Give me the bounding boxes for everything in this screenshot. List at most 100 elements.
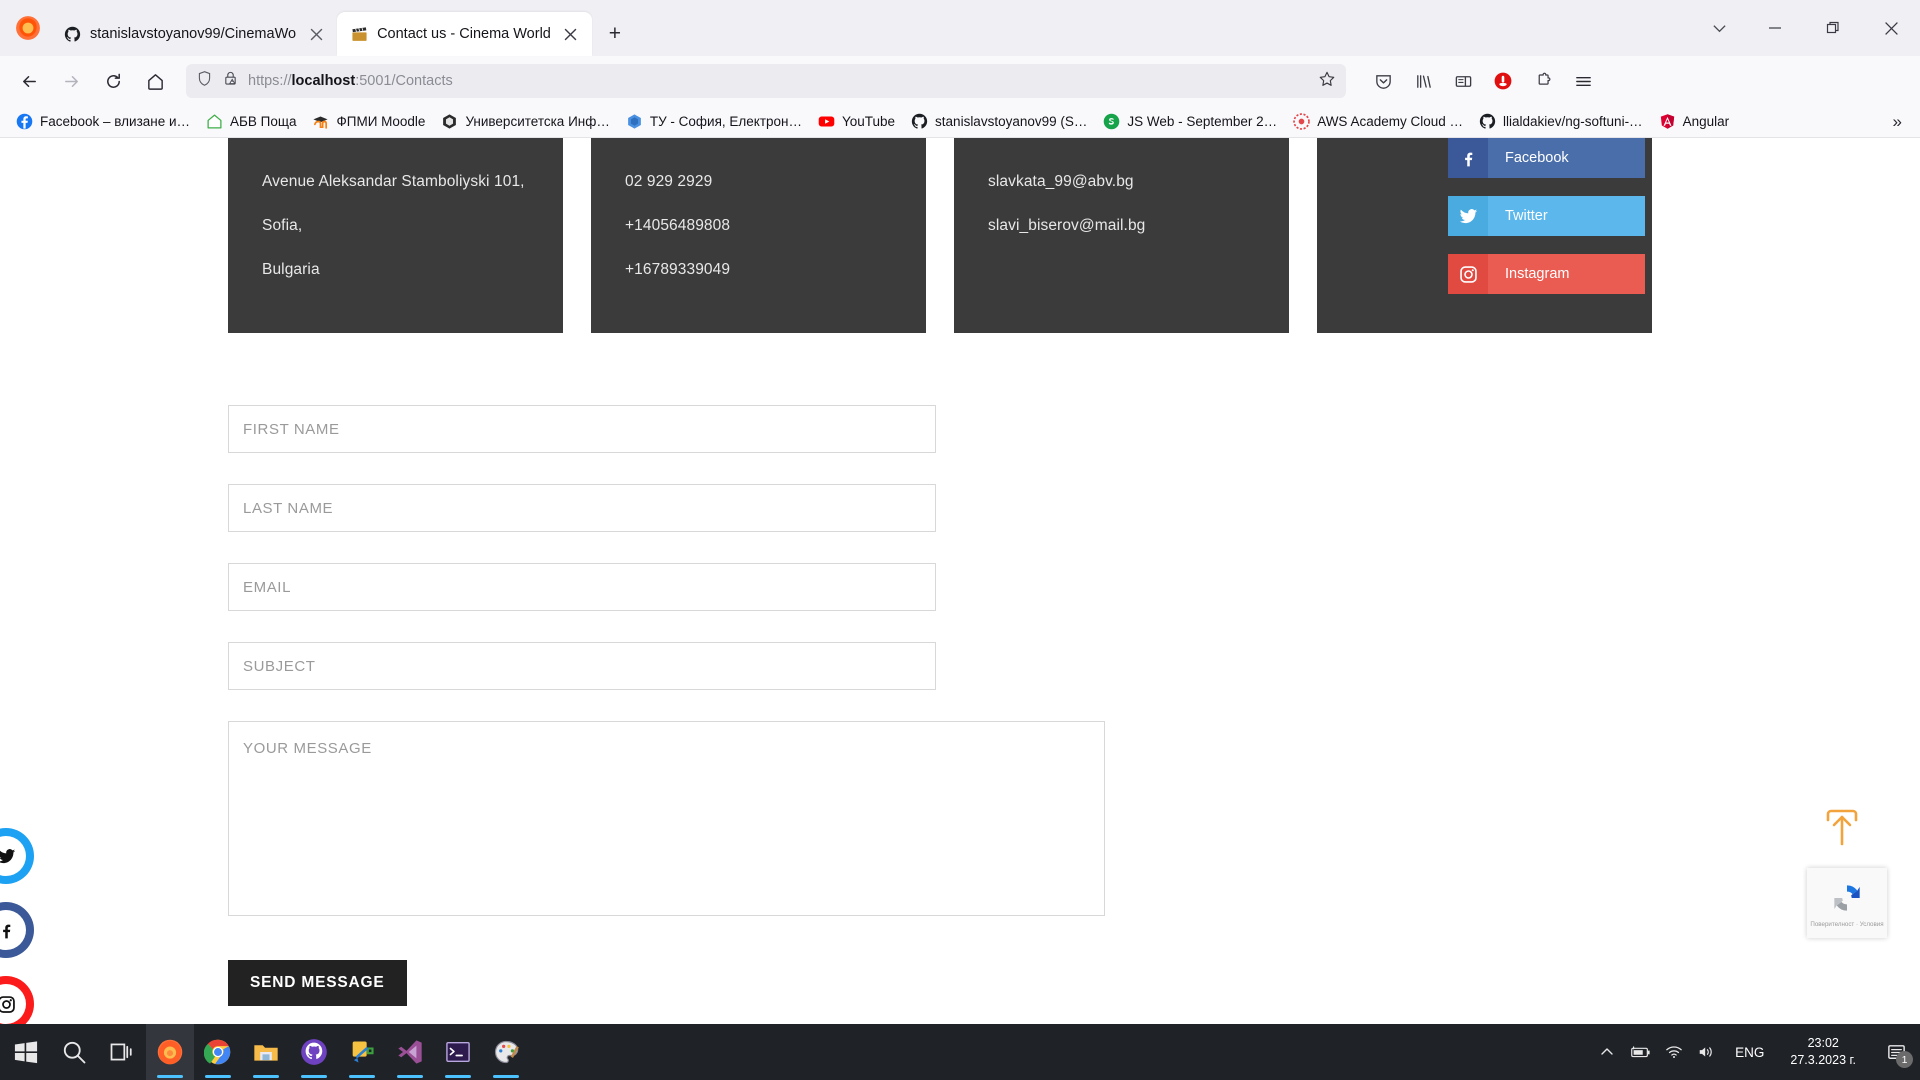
paint-icon xyxy=(494,1040,519,1064)
task-view-button[interactable] xyxy=(98,1024,146,1080)
bookmark-youtube[interactable]: YouTube xyxy=(810,110,903,133)
firefox-taskbar-item[interactable] xyxy=(146,1024,194,1080)
running-indicator xyxy=(301,1075,327,1078)
paint-taskbar-item[interactable] xyxy=(482,1024,530,1080)
browser-window: stanislavstoyanov99/CinemaWo Contact us … xyxy=(0,0,1920,1024)
start-button[interactable] xyxy=(2,1024,50,1080)
browser-tab-1[interactable]: Contact us - Cinema World xyxy=(337,12,592,56)
bookmark-label: stanislavstoyanov99 (S… xyxy=(935,114,1088,129)
twitter-link-button[interactable]: Twitter xyxy=(1448,196,1645,236)
battery-icon[interactable] xyxy=(1629,1044,1651,1060)
clapperboard-icon xyxy=(351,26,368,43)
abv-icon xyxy=(206,113,223,130)
bookmark-facebook[interactable]: Facebook – влизане и… xyxy=(8,110,198,133)
forward-arrow-icon[interactable] xyxy=(52,64,90,98)
bookmark-university-info[interactable]: Университетска Инф… xyxy=(433,110,617,133)
clock[interactable]: 23:02 27.3.2023 г. xyxy=(1782,1035,1864,1069)
bookmark-abv[interactable]: АБВ Поща xyxy=(198,110,304,133)
chrome-taskbar-item[interactable] xyxy=(194,1024,242,1080)
social-links-card: Facebook Twitter Instagram xyxy=(1317,138,1652,333)
send-message-button[interactable]: SEND MESSAGE xyxy=(228,960,407,1006)
bookmarks-bar: Facebook – влизане и… АБВ Поща ФПМИ Mood… xyxy=(0,106,1920,138)
language-indicator[interactable]: ENG xyxy=(1731,1045,1768,1060)
phone-line[interactable]: +14056489808 xyxy=(625,204,892,248)
library-icon[interactable] xyxy=(1404,64,1442,98)
bookmark-label: Angular xyxy=(1682,114,1730,129)
windows-taskbar: ENG 23:02 27.3.2023 г. 1 xyxy=(0,1024,1920,1080)
file-explorer-taskbar-item[interactable] xyxy=(242,1024,290,1080)
last-name-input[interactable]: LAST NAME xyxy=(228,484,936,532)
reload-icon[interactable] xyxy=(94,64,132,98)
github-icon xyxy=(64,26,81,43)
postman-taskbar-item[interactable] xyxy=(338,1024,386,1080)
close-icon[interactable] xyxy=(305,23,327,45)
facebook-float-button[interactable] xyxy=(0,902,34,958)
sidebar-icon[interactable] xyxy=(1444,64,1482,98)
email-line[interactable]: slavkata_99@abv.bg xyxy=(988,160,1255,204)
bookmark-label: Facebook – влизане и… xyxy=(40,114,191,129)
browser-tab-0[interactable]: stanislavstoyanov99/CinemaWo xyxy=(50,12,337,56)
bookmark-js-web[interactable]: JS Web - September 2… xyxy=(1095,110,1285,133)
first-name-input[interactable]: FIRST NAME xyxy=(228,405,936,453)
message-textarea[interactable]: YOUR MESSAGE xyxy=(228,721,1105,916)
bookmark-moodle[interactable]: ФПМИ Moodle xyxy=(304,110,433,133)
scroll-to-top-button[interactable] xyxy=(1820,806,1864,846)
bookmark-github-stanislav[interactable]: stanislavstoyanov99 (S… xyxy=(903,110,1095,133)
address-line: Sofia, xyxy=(262,217,303,234)
maximize-button[interactable] xyxy=(1804,0,1862,56)
subject-input[interactable]: SUBJECT xyxy=(228,642,936,690)
terminal-taskbar-item[interactable] xyxy=(434,1024,482,1080)
url-text[interactable]: https://localhost:5001/Contacts xyxy=(248,73,453,89)
twitter-icon xyxy=(0,836,26,876)
star-icon[interactable] xyxy=(1318,70,1336,93)
phone-card: 02 929 2929 +14056489808 +16789339049 xyxy=(591,138,926,333)
bookmark-angular[interactable]: Angular xyxy=(1651,110,1738,133)
minimize-button[interactable] xyxy=(1746,0,1804,56)
running-indicator xyxy=(157,1075,183,1078)
bookmark-tu-sofia[interactable]: ТУ - София, Електрон… xyxy=(618,110,810,133)
github-icon xyxy=(301,1039,327,1065)
shield-icon[interactable] xyxy=(196,70,213,92)
adblock-icon[interactable] xyxy=(1484,64,1522,98)
bookmarks-overflow-chevron-icon[interactable]: » xyxy=(1883,112,1912,132)
list-all-tabs-chevron-down-icon[interactable] xyxy=(1692,0,1746,56)
address-line: Bulgaria xyxy=(262,261,320,278)
show-hidden-icons-icon[interactable] xyxy=(1599,1044,1615,1060)
notifications-button[interactable]: 1 xyxy=(1878,1024,1914,1080)
volume-icon[interactable] xyxy=(1697,1044,1717,1060)
email-input[interactable]: EMAIL xyxy=(228,563,936,611)
back-arrow-icon[interactable] xyxy=(10,64,48,98)
bookmark-github-ngsoftuni[interactable]: llialdakiev/ng-softuni-… xyxy=(1471,110,1651,133)
placeholder-text: SUBJECT xyxy=(243,657,316,675)
email-line[interactable]: slavi_biserov@mail.bg xyxy=(988,204,1255,248)
wifi-icon[interactable] xyxy=(1665,1044,1683,1060)
tu-icon xyxy=(441,113,458,130)
github-desktop-taskbar-item[interactable] xyxy=(290,1024,338,1080)
floating-social-rail xyxy=(0,828,34,1024)
visual-studio-taskbar-item[interactable] xyxy=(386,1024,434,1080)
recaptcha-icon xyxy=(1834,884,1860,911)
close-icon[interactable] xyxy=(560,23,582,45)
home-icon[interactable] xyxy=(136,64,174,98)
extensions-icon[interactable] xyxy=(1524,64,1562,98)
pocket-icon[interactable] xyxy=(1364,64,1402,98)
app-menu-icon[interactable] xyxy=(1564,64,1602,98)
lock-warning-icon[interactable] xyxy=(222,70,239,92)
recaptcha-legal-text[interactable]: Поверителност · Условия xyxy=(1810,921,1883,928)
instagram-float-button[interactable] xyxy=(0,976,34,1024)
tu-blue-icon xyxy=(626,113,643,130)
running-indicator xyxy=(205,1075,231,1078)
recaptcha-badge[interactable]: Поверителност · Условия xyxy=(1807,868,1887,938)
running-indicator xyxy=(253,1075,279,1078)
phone-line[interactable]: 02 929 2929 xyxy=(625,160,892,204)
bookmark-label: JS Web - September 2… xyxy=(1127,114,1278,129)
search-button[interactable] xyxy=(50,1024,98,1080)
instagram-link-button[interactable]: Instagram xyxy=(1448,254,1645,294)
twitter-float-button[interactable] xyxy=(0,828,34,884)
close-window-button[interactable] xyxy=(1862,0,1920,56)
address-bar[interactable]: https://localhost:5001/Contacts xyxy=(186,64,1346,98)
bookmark-aws-academy[interactable]: AWS Academy Cloud … xyxy=(1285,110,1471,133)
facebook-link-button[interactable]: Facebook xyxy=(1448,138,1645,178)
phone-line[interactable]: +16789339049 xyxy=(625,248,892,292)
new-tab-button[interactable]: + xyxy=(598,17,632,51)
